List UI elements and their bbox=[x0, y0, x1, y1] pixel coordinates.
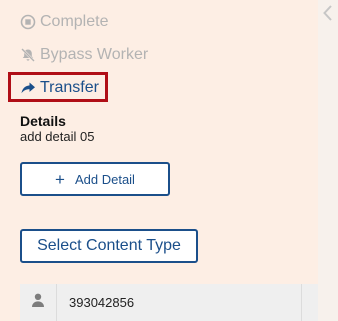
stop-circle-icon bbox=[20, 14, 36, 30]
avatar bbox=[20, 284, 57, 321]
list-item-value: 393042856 bbox=[57, 284, 302, 321]
list-item[interactable]: 393042856 bbox=[20, 284, 318, 321]
details-heading: Details bbox=[20, 113, 66, 129]
complete-label: Complete bbox=[40, 13, 109, 30]
details-value: add detail 05 bbox=[20, 129, 95, 144]
complete-action[interactable]: Complete bbox=[20, 11, 108, 33]
add-detail-button[interactable]: + Add Detail bbox=[20, 162, 170, 196]
bypass-worker-label: Bypass Worker bbox=[40, 46, 149, 63]
select-content-type-label: Select Content Type bbox=[37, 237, 181, 254]
transfer-label: Transfer bbox=[40, 79, 99, 96]
plus-icon: + bbox=[55, 169, 65, 189]
list-item-extra-cell bbox=[302, 284, 318, 321]
add-detail-label: Add Detail bbox=[74, 171, 135, 187]
bypass-worker-action[interactable]: Bypass Worker bbox=[20, 44, 148, 66]
bell-slash-icon bbox=[20, 47, 36, 63]
task-actions-panel: Complete Bypass Worker Transfer Details … bbox=[0, 0, 318, 321]
side-rail bbox=[318, 0, 338, 321]
select-content-type-button[interactable]: Select Content Type bbox=[20, 229, 198, 263]
chevron-left-icon[interactable] bbox=[321, 4, 335, 22]
transfer-action[interactable]: Transfer bbox=[20, 77, 99, 99]
share-arrow-icon bbox=[20, 80, 36, 96]
person-icon bbox=[30, 292, 46, 313]
